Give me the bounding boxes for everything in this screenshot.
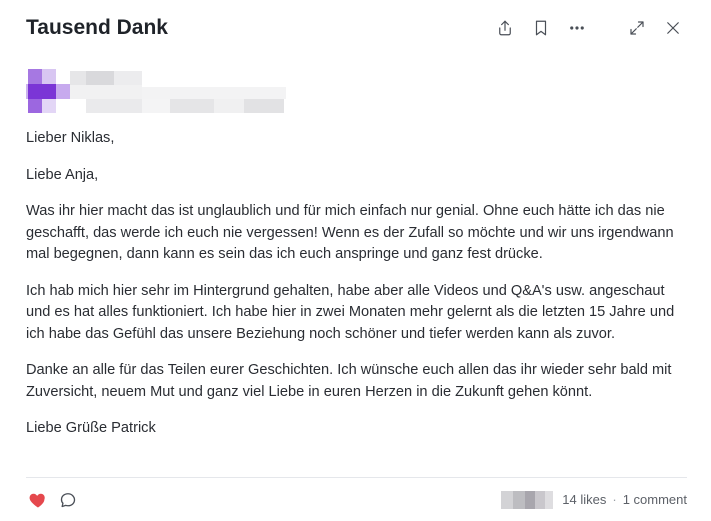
comments-count[interactable]: 1 comment	[623, 492, 687, 507]
comment-icon	[60, 493, 76, 508]
engagement-stats: 14 likes · 1 comment	[562, 492, 687, 507]
likes-count[interactable]: 14 likes	[562, 492, 606, 507]
comment-button[interactable]	[58, 490, 78, 510]
close-button[interactable]	[661, 16, 685, 40]
paragraph-2: Ich hab mich hier sehr im Hintergrund ge…	[26, 282, 675, 342]
close-icon	[667, 22, 679, 34]
signoff: Liebe Grüße Patrick	[26, 420, 156, 436]
post-body: Lieber Niklas, Liebe Anja, Was ihr hier …	[26, 128, 686, 455]
stats-separator: ·	[612, 492, 617, 507]
post-header: Tausend Dank	[26, 14, 685, 42]
expand-icon	[630, 21, 644, 35]
greeting-2: Liebe Anja,	[26, 166, 99, 183]
paragraph-3: Danke an alle für das Teilen eurer Gesch…	[26, 362, 672, 400]
more-button[interactable]	[565, 16, 589, 40]
post-title: Tausend Dank	[26, 16, 168, 39]
bookmark-button[interactable]	[529, 16, 553, 40]
author-blurred[interactable]	[26, 69, 286, 113]
paragraph-1: Was ihr hier macht das ist unglaublich u…	[26, 203, 674, 262]
liker-avatars-blurred[interactable]	[501, 491, 553, 509]
like-button[interactable]	[28, 490, 48, 510]
expand-button[interactable]	[625, 16, 649, 40]
bookmark-icon	[535, 20, 547, 36]
share-icon	[499, 20, 511, 36]
more-icon	[570, 26, 584, 30]
heart-icon	[29, 493, 45, 508]
footer-divider	[26, 477, 687, 478]
greeting-1: Lieber Niklas,	[26, 130, 115, 146]
share-button[interactable]	[493, 16, 517, 40]
post-footer: 14 likes · 1 comment	[26, 488, 687, 512]
